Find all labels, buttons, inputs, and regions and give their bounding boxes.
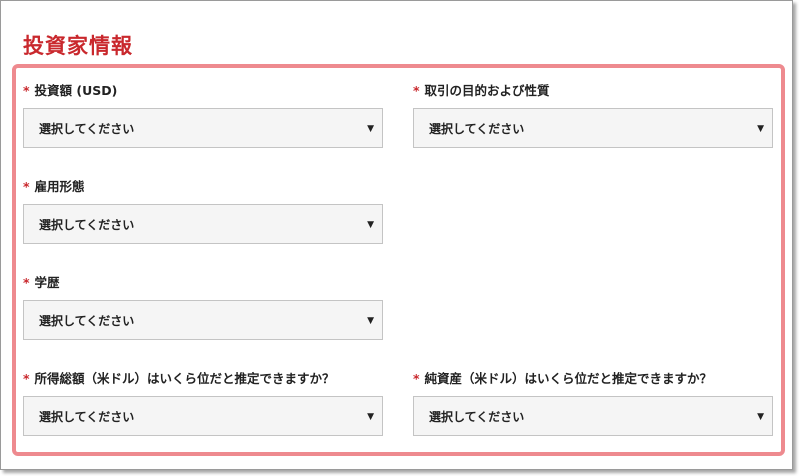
employment-status-label: * 雇用形態 bbox=[23, 179, 85, 195]
net-worth-label-text: 純資産（米ドル）はいくら位だと推定できますか？ bbox=[424, 371, 713, 386]
investment-amount-label-text: 投資額 (USD) bbox=[34, 83, 118, 98]
total-income-select[interactable]: 選択してください ▼ bbox=[23, 396, 383, 436]
required-mark: * bbox=[23, 275, 30, 290]
trading-purpose-label: * 取引の目的および性質 bbox=[413, 83, 550, 99]
education-select[interactable]: 選択してください ▼ bbox=[23, 300, 383, 340]
net-worth-select[interactable]: 選択してください ▼ bbox=[413, 396, 773, 436]
required-mark: * bbox=[413, 371, 420, 386]
investment-amount-label: * 投資額 (USD) bbox=[23, 83, 117, 99]
education-label: * 学歴 bbox=[23, 275, 60, 291]
net-worth-select-value: 選択してください bbox=[429, 410, 525, 424]
education-label-text: 学歴 bbox=[34, 275, 60, 290]
caret-down-icon: ▼ bbox=[367, 316, 374, 326]
employment-status-select[interactable]: 選択してください ▼ bbox=[23, 204, 383, 244]
caret-down-icon: ▼ bbox=[367, 412, 374, 422]
total-income-label-text: 所得総額（米ドル）はいくら位だと推定できますか？ bbox=[34, 371, 335, 386]
caret-down-icon: ▼ bbox=[367, 220, 374, 230]
caret-down-icon: ▼ bbox=[367, 124, 374, 134]
trading-purpose-select[interactable]: 選択してください ▼ bbox=[413, 108, 773, 148]
employment-status-label-text: 雇用形態 bbox=[34, 179, 85, 194]
investment-amount-select[interactable]: 選択してください ▼ bbox=[23, 108, 383, 148]
trading-purpose-label-text: 取引の目的および性質 bbox=[424, 83, 550, 98]
caret-down-icon: ▼ bbox=[757, 124, 764, 134]
screenshot-frame: 投資家情報 * 投資額 (USD) 選択してください ▼ * 取引の目的および性質 … bbox=[0, 0, 793, 470]
investor-info-form: * 投資額 (USD) 選択してください ▼ * 取引の目的および性質 選択してくだ… bbox=[12, 64, 785, 456]
required-mark: * bbox=[23, 179, 30, 194]
net-worth-label: * 純資産（米ドル）はいくら位だと推定できますか？ bbox=[413, 371, 712, 387]
education-select-value: 選択してください bbox=[39, 314, 135, 328]
section-title: 投資家情報 bbox=[23, 34, 133, 58]
investment-amount-select-value: 選択してください bbox=[39, 122, 135, 136]
total-income-label: * 所得総額（米ドル）はいくら位だと推定できますか？ bbox=[23, 371, 335, 387]
caret-down-icon: ▼ bbox=[757, 412, 764, 422]
required-mark: * bbox=[23, 371, 30, 386]
trading-purpose-select-value: 選択してください bbox=[429, 122, 525, 136]
required-mark: * bbox=[413, 83, 420, 98]
required-mark: * bbox=[23, 83, 30, 98]
total-income-select-value: 選択してください bbox=[39, 410, 135, 424]
employment-status-select-value: 選択してください bbox=[39, 218, 135, 232]
